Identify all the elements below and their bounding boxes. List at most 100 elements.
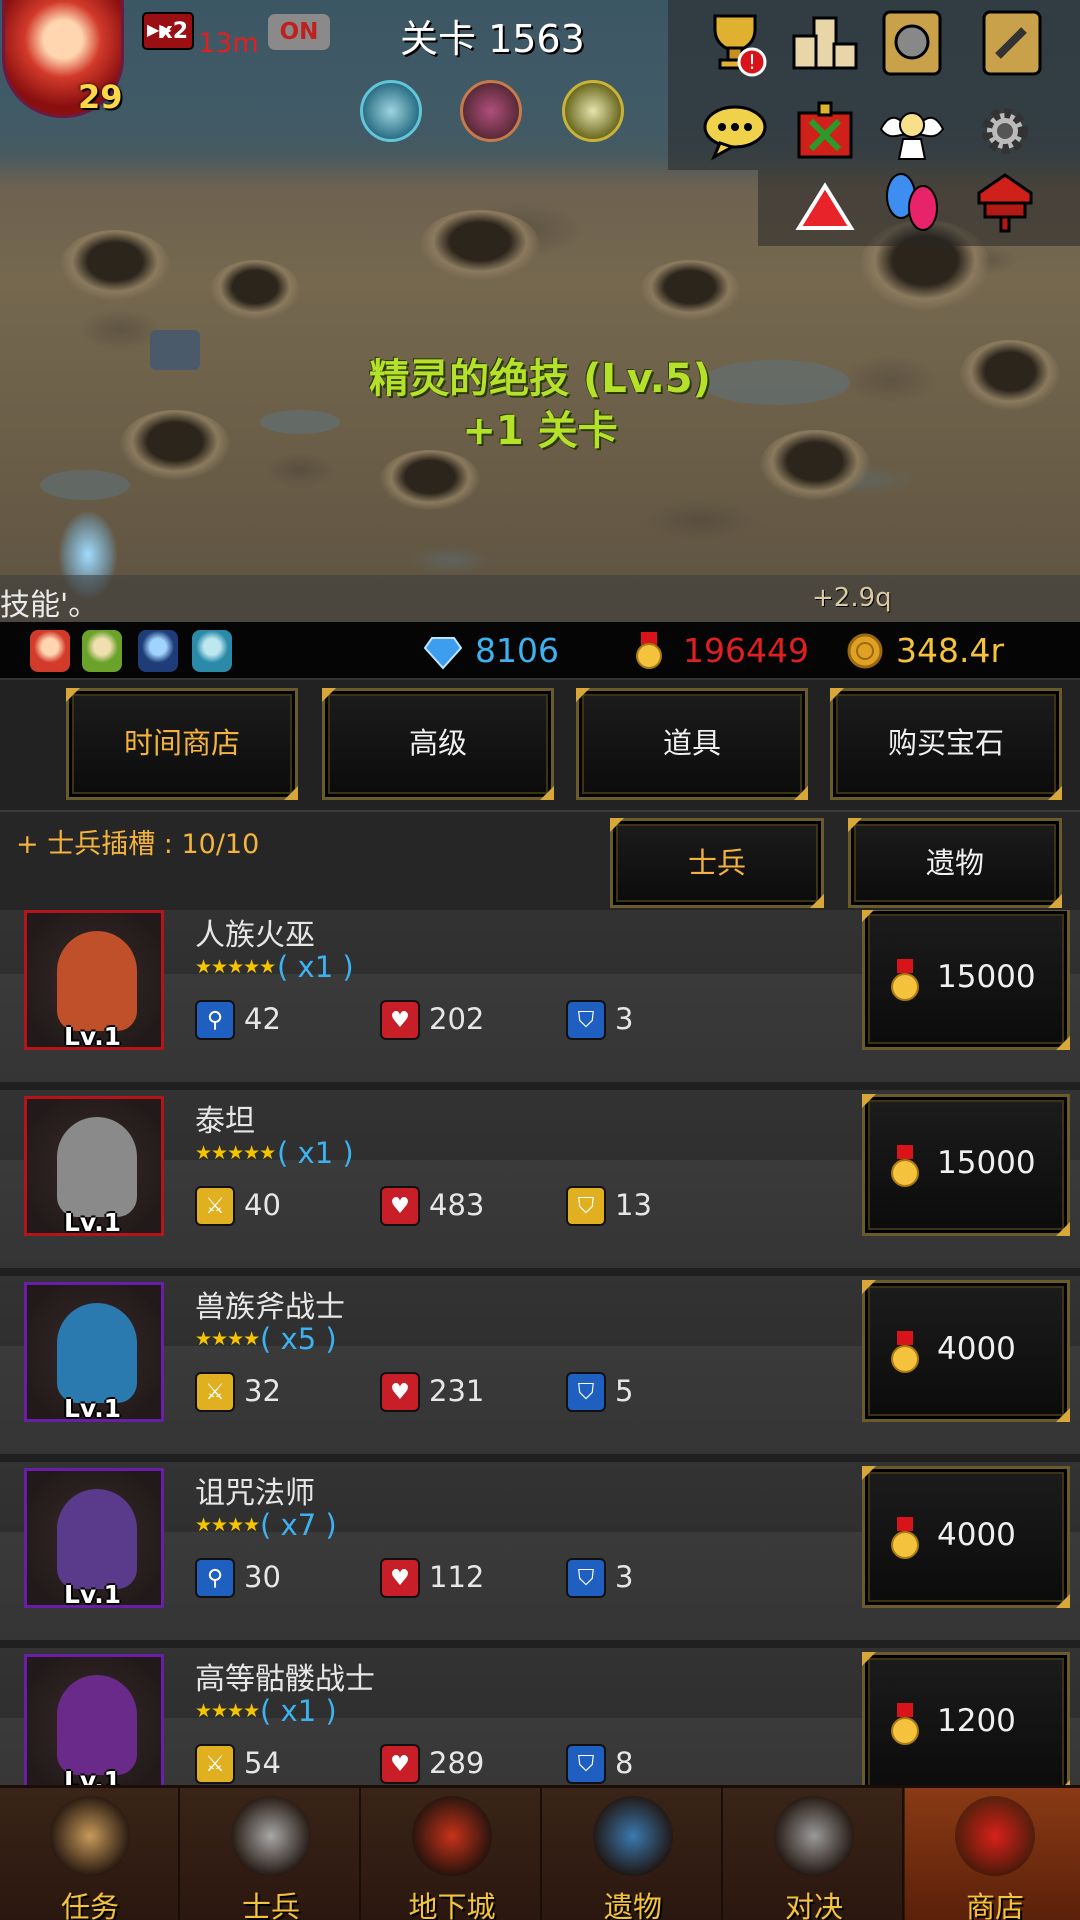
hero-portrait-knight[interactable] <box>138 630 178 672</box>
heart-icon: ♥ <box>380 1000 420 1040</box>
buy-price: 15000 <box>937 959 1036 995</box>
stage-title: 关卡 1563 <box>400 17 585 61</box>
gear-icon[interactable] <box>970 96 1040 166</box>
friends-icon[interactable] <box>877 166 947 236</box>
unit-shop-list: Lv.1 人族火巫 ★★★★★ ( x1 ) ⚲ 42 ♥ 202 ⛉ 3 15… <box>0 910 1080 1785</box>
angel-icon[interactable] <box>877 96 947 166</box>
subtab-soldiers[interactable]: 士兵 <box>610 818 824 908</box>
buy-button[interactable]: 15000 <box>862 910 1070 1050</box>
unit-level: Lv.1 <box>64 1208 122 1237</box>
player-avatar[interactable]: 29 <box>2 0 124 118</box>
unit-hp: 112 <box>429 1560 485 1594</box>
nav-label: 遗物 <box>603 1890 662 1920</box>
unit-hp: 289 <box>429 1746 485 1780</box>
unit-figure <box>57 931 137 1031</box>
skill-bonus: +1 关卡 <box>462 408 618 454</box>
bottom-nav: 任务 士兵 地下城 遗物 对决 商店 <box>0 1785 1080 1920</box>
svg-text:!: ! <box>748 50 756 74</box>
unit-figure <box>57 1303 137 1403</box>
tab-premium[interactable]: 高级 <box>322 688 554 800</box>
tab-items[interactable]: 道具 <box>576 688 808 800</box>
battle-scene <box>0 0 1080 622</box>
trophy-icon[interactable]: ! <box>700 8 770 78</box>
orb-buff-icon[interactable] <box>460 80 522 142</box>
nav-soldier-helmet[interactable]: 士兵 <box>181 1788 361 1920</box>
relic-orb-icon <box>593 1796 673 1876</box>
nav-dungeon-monster[interactable]: 地下城 <box>362 1788 542 1920</box>
unit-stars: ★★★★ <box>195 1514 260 1536</box>
arrow-buff-icon[interactable] <box>562 80 624 142</box>
shop-stall-icon <box>955 1796 1035 1876</box>
hero-portrait-warrior[interactable] <box>30 630 70 672</box>
tower-buff-icon[interactable] <box>360 80 422 142</box>
unit-figure <box>57 1675 137 1775</box>
tab-time-shop[interactable]: 时间商店 <box>66 688 298 800</box>
unit-attack: 54 <box>244 1746 281 1780</box>
blue-shield-icon: ⛉ <box>566 1372 606 1412</box>
tab-buy-gems[interactable]: 购买宝石 <box>830 688 1062 800</box>
buy-price: 1200 <box>937 1703 1016 1739</box>
blue-shield-icon: ⛉ <box>566 1558 606 1598</box>
unit-attack: 40 <box>244 1188 281 1222</box>
speed-boost-badge[interactable]: ▶▶ x2 <box>142 12 194 50</box>
mailbox-icon[interactable] <box>970 166 1040 236</box>
nav-quest-scroll[interactable]: 任务 <box>0 1788 180 1920</box>
sword-icon: ⚔ <box>195 1744 235 1784</box>
buy-price: 4000 <box>937 1517 1016 1553</box>
unit-row: Lv.1 兽族斧战士 ★★★★ ( x5 ) ⚔ 32 ♥ 231 ⛉ 5 40… <box>0 1276 1080 1454</box>
chat-icon[interactable] <box>700 96 770 166</box>
subtab-relics[interactable]: 遗物 <box>848 818 1062 908</box>
nav-crossed-swords[interactable]: 对决 <box>724 1788 904 1920</box>
unit-level: Lv.1 <box>64 1580 122 1609</box>
crossed-swords-icon <box>774 1796 854 1876</box>
unit-count: ( x1 ) <box>277 950 354 984</box>
soldier-slot-counter[interactable]: + 士兵插槽 : 10/10 <box>16 822 259 861</box>
unit-name: 兽族斧战士 <box>195 1290 345 1325</box>
battle-log-strip <box>0 575 1080 622</box>
fast-forward-icon: ▶▶ <box>147 20 172 39</box>
unit-name: 诅咒法师 <box>195 1476 315 1511</box>
player-level: 29 <box>78 78 123 116</box>
hero-portrait-elf[interactable] <box>82 630 122 672</box>
nav-label: 士兵 <box>241 1890 300 1920</box>
skill-name: 精灵的绝技 (Lv.5) <box>369 356 711 402</box>
buy-button[interactable]: 4000 <box>862 1466 1070 1608</box>
unit-level: Lv.1 <box>64 1394 122 1423</box>
unit-defense: 3 <box>615 1002 634 1036</box>
medal-icon <box>891 959 919 1001</box>
unit-level: Lv.1 <box>64 1022 122 1051</box>
treasure-chest-icon[interactable] <box>790 96 860 166</box>
unit-attack: 42 <box>244 1002 281 1036</box>
unit-hp: 202 <box>429 1002 485 1036</box>
unit-count: ( x1 ) <box>260 1694 337 1728</box>
red-triangle-icon[interactable] <box>790 172 860 242</box>
blue-shield-icon: ⛉ <box>566 1000 606 1040</box>
heart-icon: ♥ <box>380 1186 420 1226</box>
buy-button[interactable]: 1200 <box>862 1652 1070 1785</box>
speed-toggle[interactable]: ON <box>268 14 330 50</box>
unit-defense: 5 <box>615 1374 634 1408</box>
nav-shop-stall[interactable]: 商店 <box>905 1788 1080 1920</box>
medal-icon <box>891 1145 919 1187</box>
crater <box>210 260 300 320</box>
leaderboard-icon[interactable] <box>790 8 860 78</box>
nav-relic-orb[interactable]: 遗物 <box>543 1788 723 1920</box>
sword-icon: ⚔ <box>195 1186 235 1226</box>
nav-label: 任务 <box>60 1890 119 1920</box>
knight-card-icon[interactable] <box>877 8 947 78</box>
shop-tab-bar: 时间商店 高级 道具 购买宝石 <box>0 680 1080 810</box>
buy-button[interactable]: 15000 <box>862 1094 1070 1236</box>
dungeon-monster-icon <box>412 1796 492 1876</box>
unit-attack: 30 <box>244 1560 281 1594</box>
buy-button[interactable]: 4000 <box>862 1280 1070 1422</box>
heart-icon: ♥ <box>380 1372 420 1412</box>
hero-portrait-golem[interactable] <box>192 630 232 672</box>
floating-damage: +2.9q <box>812 583 892 613</box>
sword-icon: ⚔ <box>195 1372 235 1412</box>
unit-row: Lv.1 泰坦 ★★★★★ ( x1 ) ⚔ 40 ♥ 483 ⛉ 13 150… <box>0 1090 1080 1268</box>
unit-level: Lv.1 <box>64 1766 122 1785</box>
gold-coin-icon <box>847 633 883 669</box>
medal-icon <box>891 1703 919 1745</box>
puddle <box>40 470 130 500</box>
scroll-card-icon[interactable] <box>977 8 1047 78</box>
